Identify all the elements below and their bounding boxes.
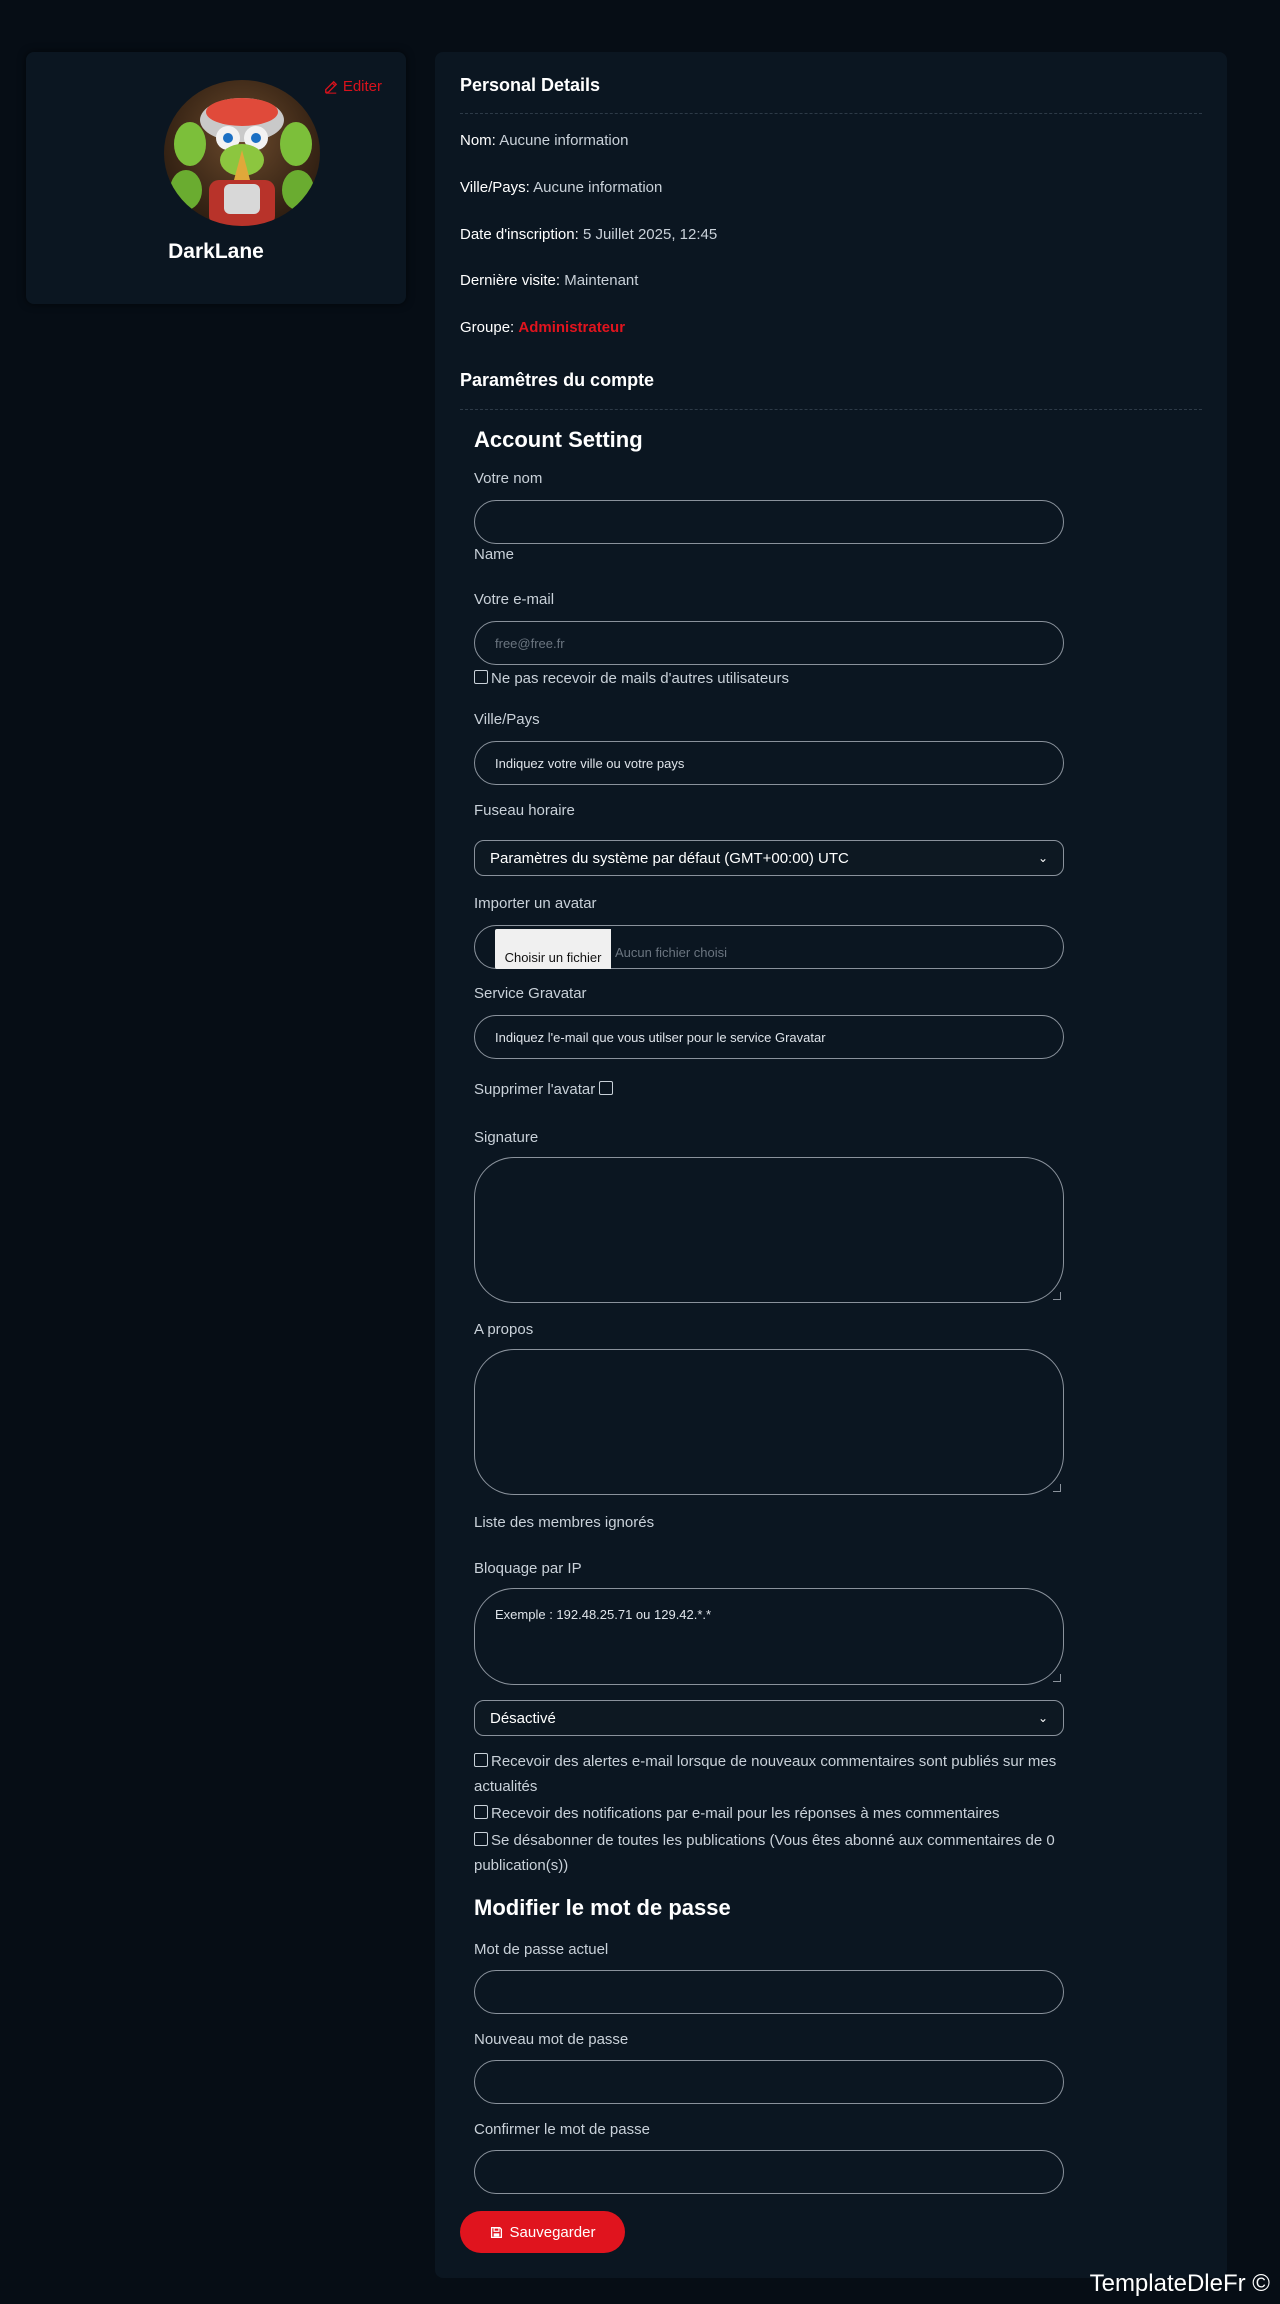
detail-nom-value: Aucune information <box>499 132 629 149</box>
current-password-label: Mot de passe actuel <box>474 1941 609 1958</box>
ville-input[interactable]: Indiquez votre ville ou votre pays <box>474 741 1064 785</box>
notify-replies-checkbox[interactable] <box>474 1805 488 1819</box>
delete-avatar-checkbox[interactable] <box>599 1081 614 1095</box>
name-hint: Name <box>474 546 515 563</box>
choose-file-button[interactable]: Choisir un fichier <box>495 929 611 969</box>
save-label: Sauvegarder <box>509 2223 596 2241</box>
chevron-down-icon: ⌄ <box>1037 851 1048 865</box>
avatar <box>164 80 320 226</box>
detail-groupe-value: Administrateur <box>518 319 626 336</box>
detail-date: Date d'inscription: 5 Juillet 2025, 12:4… <box>460 226 717 243</box>
no-mail-label: Ne pas recevoir de mails d'autres utilis… <box>491 670 789 687</box>
ip-block-label: Bloquage par IP <box>474 1560 582 1577</box>
alert-comments-label: Recevoir des alertes e-mail lorsque de n… <box>474 1753 1057 1795</box>
footer-copyright: TemplateDleFr © <box>1089 2270 1270 2297</box>
delete-avatar-label: Supprimer l'avatar <box>474 1081 596 1098</box>
notify-replies-label: Recevoir des notifications par e-mail po… <box>491 1805 1000 1822</box>
edit-profile-link[interactable]: Editer <box>324 78 382 95</box>
divider <box>460 113 1202 114</box>
ip-block-select-value: Désactivé <box>490 1709 556 1727</box>
avatar-image <box>170 98 314 226</box>
unsubscribe-checkbox[interactable] <box>474 1832 488 1846</box>
gravatar-input[interactable]: Indiquez l'e-mail que vous utilser pour … <box>474 1015 1064 1059</box>
delete-avatar-option: Supprimer l'avatar <box>474 1077 1074 1102</box>
floppy-disk-icon <box>490 2226 502 2238</box>
unsubscribe-label: Se désabonner de toutes les publications… <box>474 1832 1055 1874</box>
avatar-upload-label: Importer un avatar <box>474 895 597 912</box>
resize-handle-icon[interactable] <box>1053 1292 1061 1300</box>
unsubscribe-option: Se désabonner de toutes les publications… <box>474 1828 1074 1878</box>
account-heading: Account Setting <box>474 427 643 452</box>
ip-block-textarea[interactable]: Exemple : 192.48.25.71 ou 129.42.*.* <box>474 1588 1064 1685</box>
pencil-icon <box>324 80 337 94</box>
no-file-text: Aucun fichier choisi <box>615 945 727 960</box>
detail-date-label: Date d'inscription: <box>460 226 579 243</box>
detail-ville: Ville/Pays: Aucune information <box>460 179 662 196</box>
detail-visite-value: Maintenant <box>564 272 639 289</box>
signature-label: Signature <box>474 1129 539 1146</box>
ville-label: Ville/Pays <box>474 711 540 728</box>
detail-ville-label: Ville/Pays: <box>460 179 530 196</box>
detail-visite: Dernière visite: Maintenant <box>460 272 638 289</box>
ip-block-select[interactable]: Désactivé ⌄ <box>474 1700 1064 1736</box>
timezone-value: Paramètres du système par défaut (GMT+00… <box>490 849 849 867</box>
timezone-select[interactable]: Paramètres du système par défaut (GMT+00… <box>474 840 1064 876</box>
detail-ville-value: Aucune information <box>533 179 663 196</box>
email-label: Votre e-mail <box>474 591 555 608</box>
detail-date-value: 5 Juillet 2025, 12:45 <box>582 226 718 243</box>
detail-nom: Nom: Aucune information <box>460 132 628 149</box>
edit-label: Editer <box>342 78 382 95</box>
alert-comments-option: Recevoir des alertes e-mail lorsque de n… <box>474 1749 1074 1799</box>
account-section-title: Paramêtres du compte <box>460 370 655 390</box>
timezone-label: Fuseau horaire <box>474 802 575 819</box>
no-mail-checkbox[interactable] <box>474 670 488 684</box>
about-textarea[interactable] <box>474 1349 1064 1495</box>
notify-replies-option: Recevoir des notifications par e-mail po… <box>474 1801 1074 1826</box>
detail-groupe: Groupe: Administrateur <box>460 319 625 336</box>
confirm-password-input[interactable] <box>474 2150 1064 2194</box>
save-button[interactable]: Sauvegarder <box>460 2211 625 2253</box>
confirm-password-label: Confirmer le mot de passe <box>474 2121 650 2138</box>
ignored-members-label: Liste des membres ignorés <box>474 1514 655 1531</box>
current-password-input[interactable] <box>474 1970 1064 2014</box>
new-password-input[interactable] <box>474 2060 1064 2104</box>
name-label: Votre nom <box>474 470 543 487</box>
chevron-down-icon: ⌄ <box>1037 1711 1048 1725</box>
detail-groupe-label: Groupe: <box>460 319 515 336</box>
new-password-label: Nouveau mot de passe <box>474 2031 629 2048</box>
email-input[interactable]: free@free.fr <box>474 621 1064 665</box>
password-heading: Modifier le mot de passe <box>474 1895 731 1920</box>
detail-visite-label: Dernière visite: <box>460 272 561 289</box>
divider <box>460 409 1202 410</box>
resize-handle-icon[interactable] <box>1053 1674 1061 1682</box>
alert-comments-checkbox[interactable] <box>474 1753 488 1767</box>
personal-details-title: Personal Details <box>460 75 601 95</box>
name-input[interactable] <box>474 500 1064 544</box>
gravatar-label: Service Gravatar <box>474 985 587 1002</box>
signature-textarea[interactable] <box>474 1157 1064 1303</box>
username: DarkLane <box>168 240 264 263</box>
resize-handle-icon[interactable] <box>1053 1484 1061 1492</box>
main-card: Personal Details Nom: Aucune information… <box>435 52 1227 2278</box>
ip-block-value: Exemple : 192.48.25.71 ou 129.42.*.* <box>495 1607 712 1622</box>
profile-card: Editer DarkLane <box>26 52 406 304</box>
about-label: A propos <box>474 1321 534 1338</box>
no-mail-option: Ne pas recevoir de mails d'autres utilis… <box>474 666 1074 691</box>
detail-nom-label: Nom: <box>460 132 496 149</box>
